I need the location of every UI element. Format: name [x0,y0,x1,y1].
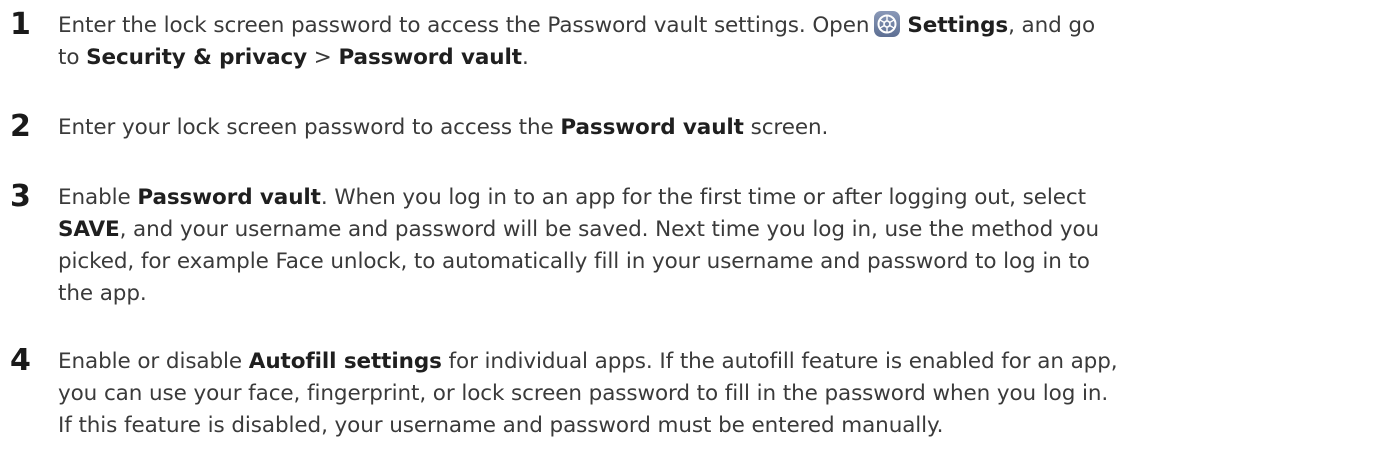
step-text: Enter your lock screen password to acces… [58,112,1358,144]
step-text: Enable Password vault. When you log in t… [58,182,1358,310]
password-vault-label: Password vault [137,185,321,210]
text-run: Enter your lock screen password to acces… [58,115,561,140]
autofill-settings-label: Autofill settings [248,349,442,374]
text-run: . When you log in to an app for the firs… [320,185,1086,210]
menu-path-password-vault: Password vault [338,45,522,70]
menu-path-security: Security & privacy [86,45,308,70]
text-run: screen. [743,115,829,140]
step-line: to Security & privacy > Password vault. [58,42,1358,74]
step-line: picked, for example Face unlock, to auto… [58,249,1090,274]
step-number: 4 [10,343,31,378]
step-line: If this feature is disabled, your userna… [58,413,944,438]
text-run: . [521,45,529,70]
text-run: , and your username and password will be… [119,217,1100,242]
text-run: for individual apps. If the autofill fea… [441,349,1118,374]
text-run: Enter the lock screen password to access… [58,13,870,38]
save-label: SAVE [58,217,120,242]
step-line: you can use your face, fingerprint, or l… [58,381,1109,406]
step-line: Enable or disable Autofill settings for … [58,346,1358,378]
step-number: 1 [10,7,31,42]
step-line: Enable Password vault. When you log in t… [58,182,1358,214]
step-line: Enter the lock screen password to access… [58,10,1358,42]
step-text: Enter the lock screen password to access… [58,10,1358,74]
step-line: SAVE, and your username and password wil… [58,214,1358,246]
step-number: 2 [10,109,31,144]
step-number: 3 [10,179,31,214]
step-line: the app. [58,281,147,306]
password-vault-label: Password vault [560,115,744,140]
text-run: to [58,45,87,70]
settings-gear-icon [874,11,901,37]
settings-label: Settings [907,13,1009,38]
step-text: Enable or disable Autofill settings for … [58,346,1358,442]
text-run: > [307,45,339,70]
text-run: Enable or disable [58,349,249,374]
text-run: , and go [1008,13,1096,38]
step-line: Enter your lock screen password to acces… [58,112,1358,144]
text-run: Enable [58,185,138,210]
